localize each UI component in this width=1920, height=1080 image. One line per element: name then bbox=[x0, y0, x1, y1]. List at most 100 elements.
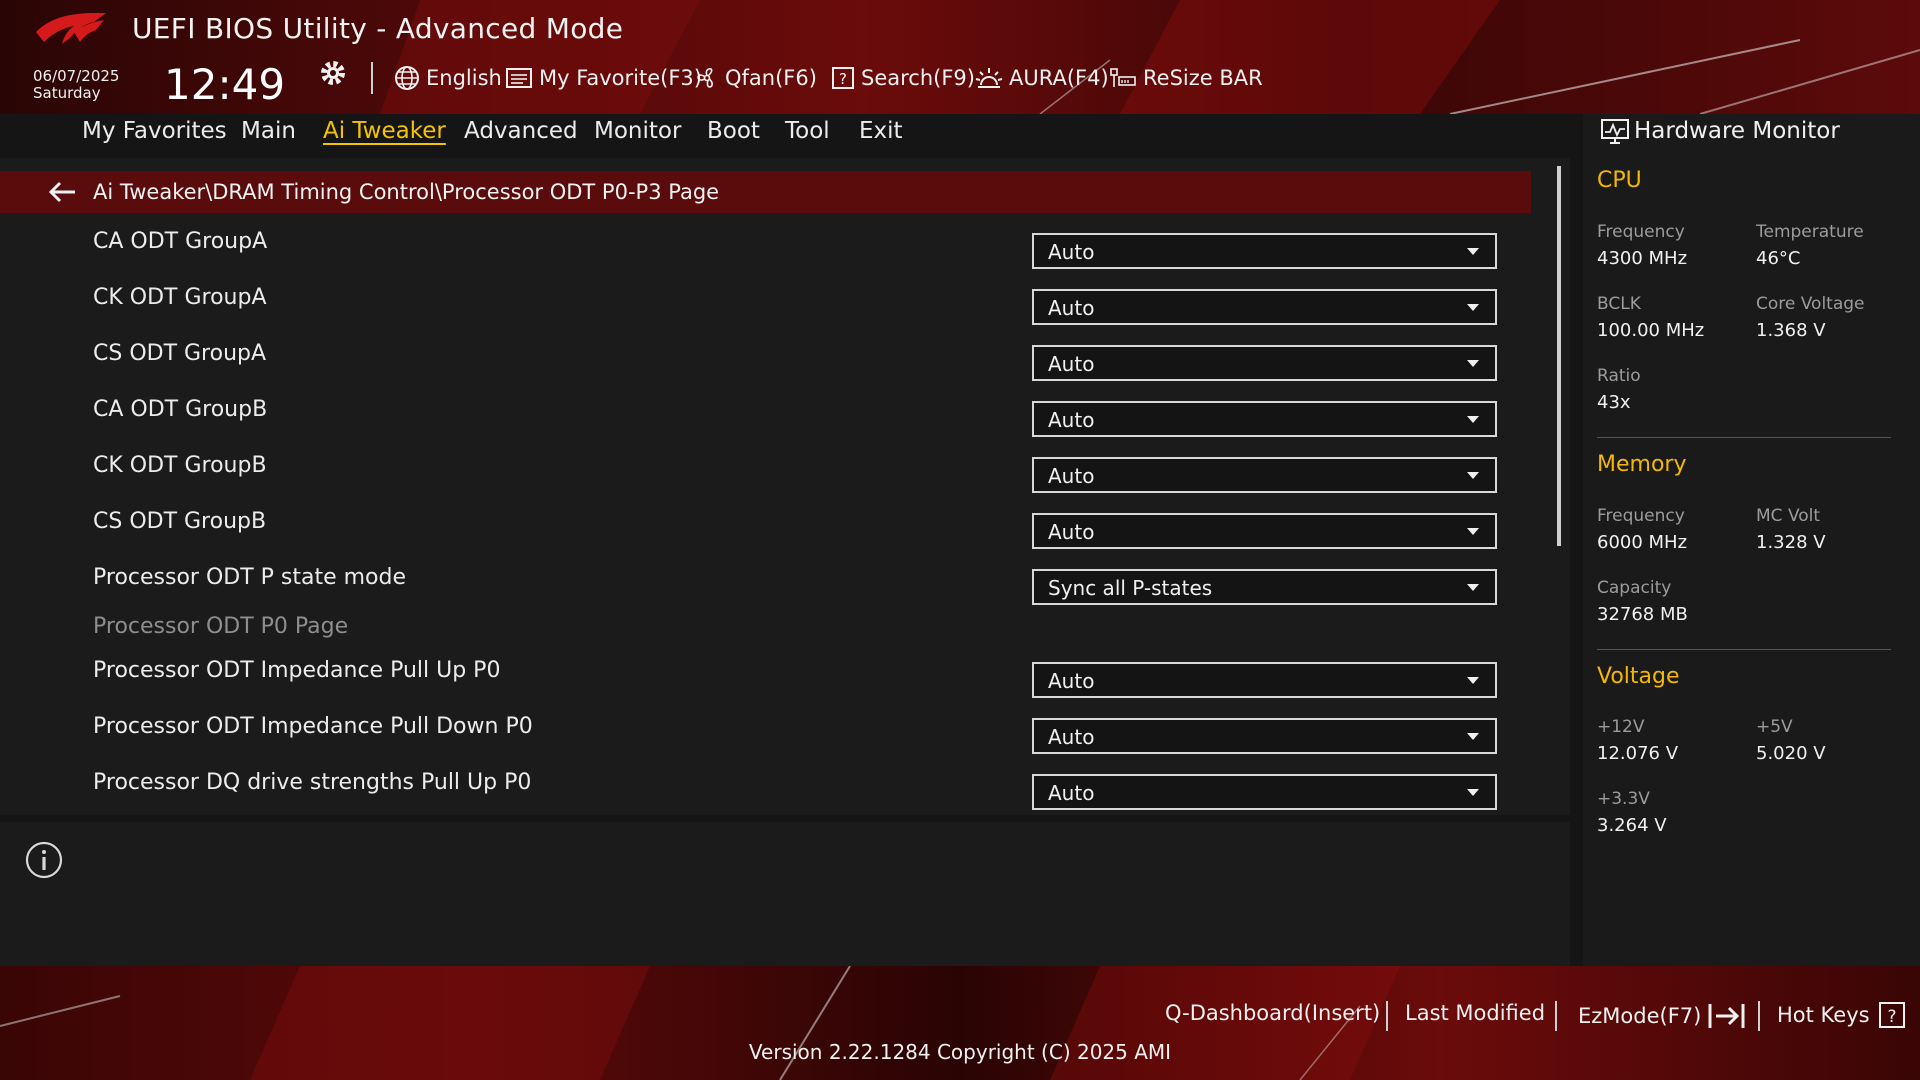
hw-label: Capacity bbox=[1597, 578, 1672, 598]
my-favorite-button[interactable]: My Favorite(F3) bbox=[505, 62, 702, 94]
hw-section-memory: Memory bbox=[1597, 452, 1687, 477]
tab-main[interactable]: Main bbox=[241, 118, 296, 144]
setting-dropdown[interactable]: Auto bbox=[1032, 289, 1497, 325]
dropdown-value: Auto bbox=[1048, 352, 1095, 376]
help-question-icon: ? bbox=[1878, 1002, 1905, 1028]
hw-divider bbox=[1597, 437, 1891, 438]
search-label: Search(F9) bbox=[861, 66, 975, 90]
dropdown-value: Auto bbox=[1048, 464, 1095, 488]
hot-keys-button[interactable]: Hot Keys ? bbox=[1777, 1001, 1906, 1029]
hw-value: 3.264 V bbox=[1597, 815, 1667, 836]
ezmode-button[interactable]: EzMode(F7) bbox=[1578, 1001, 1747, 1031]
setting-label: Processor ODT P state mode bbox=[93, 565, 407, 590]
scrollbar[interactable] bbox=[1557, 166, 1561, 546]
back-arrow-icon[interactable] bbox=[47, 181, 77, 203]
date-display: 06/07/2025 Saturday bbox=[33, 68, 119, 102]
dropdown-caret-icon bbox=[1467, 248, 1479, 255]
tab-advanced[interactable]: Advanced bbox=[464, 118, 578, 144]
section-heading-label: Processor ODT P0 Page bbox=[93, 614, 349, 639]
setting-row-ca-odt-groupa[interactable]: CA ODT GroupA Auto bbox=[0, 225, 1531, 269]
last-modified-button[interactable]: Last Modified bbox=[1405, 1001, 1545, 1025]
setting-label: Processor DQ drive strengths Pull Up P0 bbox=[93, 770, 532, 795]
qfan-button[interactable]: Qfan(F6) bbox=[695, 62, 817, 94]
hw-label: Temperature bbox=[1756, 222, 1864, 242]
resize-bar-button[interactable]: ReSize BAR bbox=[1109, 62, 1263, 94]
date-text: 06/07/2025 bbox=[33, 67, 120, 85]
setting-label: CK ODT GroupB bbox=[93, 453, 267, 478]
q-dashboard-button[interactable]: Q-Dashboard(Insert) bbox=[1165, 1001, 1380, 1025]
search-question-icon: ? bbox=[832, 67, 854, 89]
resize-bar-icon bbox=[1110, 68, 1136, 87]
hw-label: Frequency bbox=[1597, 506, 1685, 526]
tab-exit[interactable]: Exit bbox=[859, 118, 903, 144]
globe-icon bbox=[395, 66, 419, 90]
hw-label: +3.3V bbox=[1597, 789, 1650, 809]
language-button[interactable]: English bbox=[394, 62, 502, 94]
setting-dropdown[interactable]: Auto bbox=[1032, 774, 1497, 810]
hw-section-voltage: Voltage bbox=[1597, 664, 1680, 689]
tab-boot[interactable]: Boot bbox=[707, 118, 760, 144]
hardware-monitor-title: Hardware Monitor bbox=[1634, 118, 1840, 144]
setting-label: CA ODT GroupB bbox=[93, 397, 268, 422]
clock-time[interactable]: 12:49 bbox=[164, 60, 285, 109]
setting-label: Processor ODT Impedance Pull Up P0 bbox=[93, 658, 501, 683]
setting-dropdown[interactable]: Auto bbox=[1032, 662, 1497, 698]
setting-dropdown[interactable]: Auto bbox=[1032, 457, 1497, 493]
dropdown-caret-icon bbox=[1467, 733, 1479, 740]
setting-row-impedance-pull-down-p0[interactable]: Processor ODT Impedance Pull Down P0 Aut… bbox=[0, 710, 1531, 754]
dropdown-value: Auto bbox=[1048, 781, 1095, 805]
hot-keys-label: Hot Keys bbox=[1777, 1003, 1870, 1027]
setting-row-cs-odt-groupa[interactable]: CS ODT GroupA Auto bbox=[0, 337, 1531, 381]
hw-section-cpu: CPU bbox=[1597, 168, 1642, 193]
setting-label: CS ODT GroupB bbox=[93, 509, 267, 534]
dropdown-caret-icon bbox=[1467, 472, 1479, 479]
setting-row-ck-odt-groupb[interactable]: CK ODT GroupB Auto bbox=[0, 449, 1531, 493]
footer-separator bbox=[1758, 1001, 1760, 1031]
setting-dropdown[interactable]: Auto bbox=[1032, 718, 1497, 754]
resize-bar-label: ReSize BAR bbox=[1143, 66, 1263, 90]
fan-icon bbox=[697, 68, 713, 88]
setting-row-dq-drive-pull-up-p0[interactable]: Processor DQ drive strengths Pull Up P0 … bbox=[0, 766, 1531, 810]
info-icon bbox=[25, 841, 63, 879]
hw-value: 46°C bbox=[1756, 248, 1801, 269]
hw-value: 4300 MHz bbox=[1597, 248, 1688, 269]
setting-dropdown[interactable]: Auto bbox=[1032, 401, 1497, 437]
tab-monitor[interactable]: Monitor bbox=[594, 118, 681, 144]
setting-row-impedance-pull-up-p0[interactable]: Processor ODT Impedance Pull Up P0 Auto bbox=[0, 654, 1531, 698]
setting-dropdown[interactable]: Auto bbox=[1032, 513, 1497, 549]
setting-row-p-state-mode[interactable]: Processor ODT P state mode Sync all P-st… bbox=[0, 561, 1531, 605]
dropdown-value: Auto bbox=[1048, 408, 1095, 432]
hw-label: MC Volt bbox=[1756, 506, 1821, 526]
exit-arrow-icon bbox=[1708, 1004, 1745, 1028]
hw-label: +5V bbox=[1756, 717, 1793, 737]
dropdown-caret-icon bbox=[1467, 416, 1479, 423]
footer-separator bbox=[1555, 1001, 1557, 1031]
search-button[interactable]: ? Search(F9) bbox=[831, 62, 975, 94]
favorite-list-icon bbox=[506, 68, 532, 88]
hw-label: Core Voltage bbox=[1756, 294, 1865, 314]
setting-dropdown[interactable]: Auto bbox=[1032, 345, 1497, 381]
setting-row-cs-odt-groupb[interactable]: CS ODT GroupB Auto bbox=[0, 505, 1531, 549]
dropdown-caret-icon bbox=[1467, 304, 1479, 311]
language-label: English bbox=[426, 66, 502, 90]
tab-my-favorites[interactable]: My Favorites bbox=[82, 118, 227, 144]
hw-divider bbox=[1597, 649, 1891, 650]
gear-icon[interactable] bbox=[318, 58, 348, 88]
setting-row-ck-odt-groupa[interactable]: CK ODT GroupA Auto bbox=[0, 281, 1531, 325]
setting-dropdown[interactable]: Sync all P-states bbox=[1032, 569, 1497, 605]
tab-ai-tweaker[interactable]: Ai Tweaker bbox=[323, 118, 446, 144]
dropdown-value: Sync all P-states bbox=[1048, 576, 1213, 600]
aura-button[interactable]: AURA(F4) bbox=[975, 62, 1109, 94]
section-heading-p0-page: Processor ODT P0 Page bbox=[0, 610, 1531, 654]
header-divider bbox=[371, 62, 373, 94]
setting-row-ca-odt-groupb[interactable]: CA ODT GroupB Auto bbox=[0, 393, 1531, 437]
tab-tool[interactable]: Tool bbox=[785, 118, 830, 144]
hw-label: BCLK bbox=[1597, 294, 1641, 314]
dropdown-caret-icon bbox=[1467, 584, 1479, 591]
setting-dropdown[interactable]: Auto bbox=[1032, 233, 1497, 269]
hw-value: 100.00 MHz bbox=[1597, 320, 1705, 341]
breadcrumb-path: Ai Tweaker\DRAM Timing Control\Processor… bbox=[93, 180, 720, 204]
dropdown-caret-icon bbox=[1467, 789, 1479, 796]
hw-value: 1.368 V bbox=[1756, 320, 1826, 341]
setting-label: CK ODT GroupA bbox=[93, 285, 267, 310]
